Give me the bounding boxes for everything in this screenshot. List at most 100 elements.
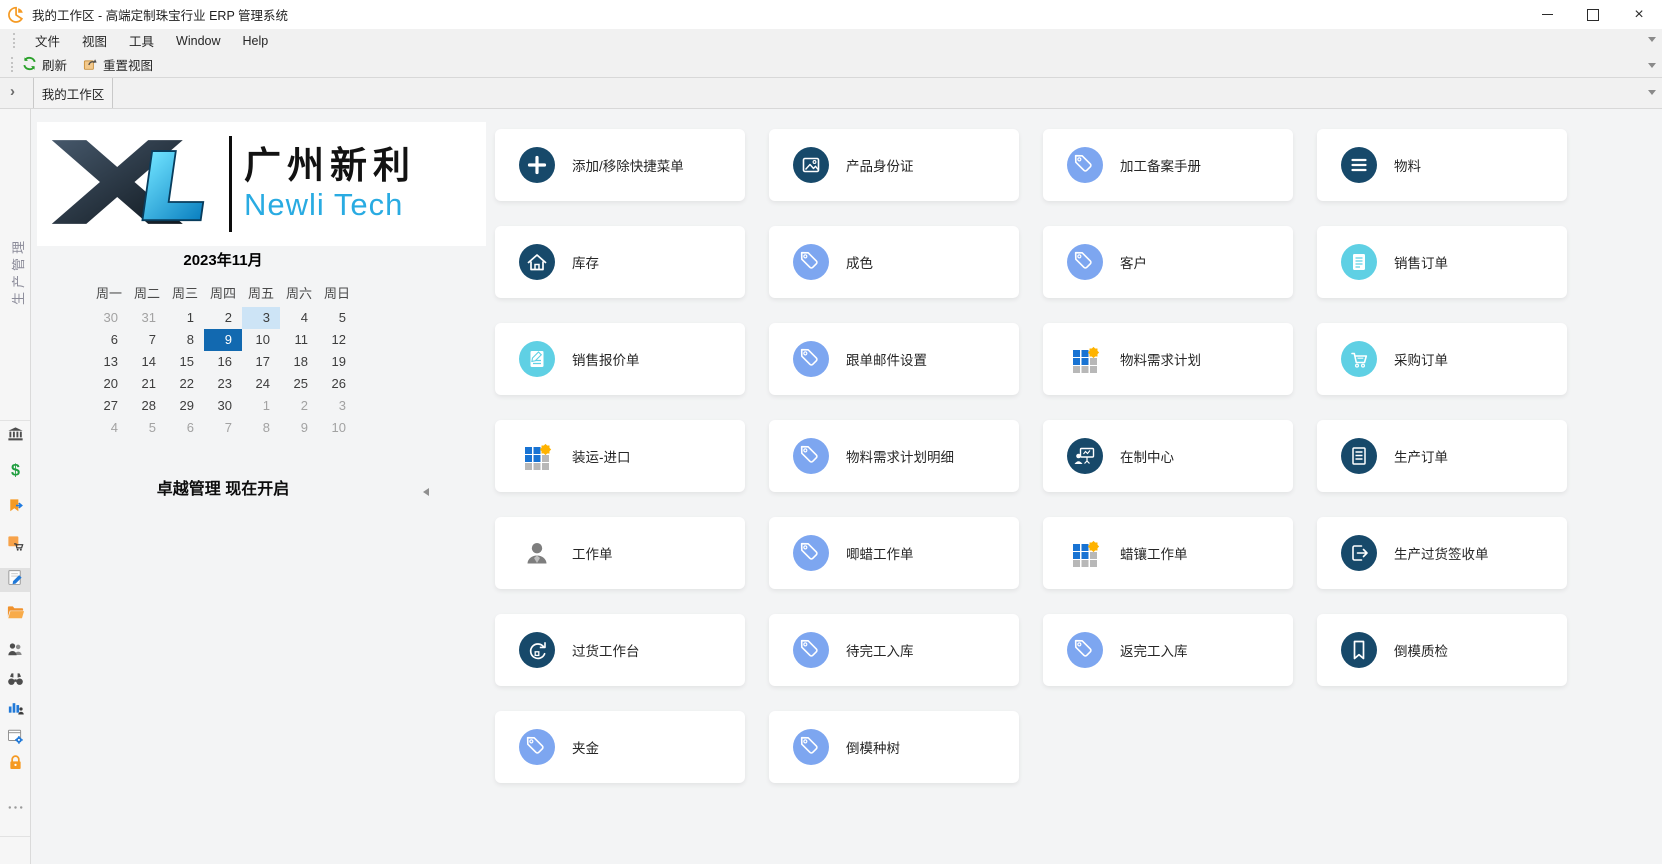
calendar-weekday: 周日 (318, 281, 356, 307)
shortcut-tile[interactable]: 销售订单 (1317, 226, 1567, 298)
calendar-day[interactable]: 7 (128, 329, 166, 351)
calendar-day[interactable]: 6 (166, 417, 204, 439)
menu-item-2[interactable]: 工具 (118, 31, 165, 50)
calendar-day[interactable]: 30 (90, 307, 128, 329)
logo-divider (229, 136, 232, 232)
calendar-day[interactable]: 8 (166, 329, 204, 351)
shortcut-tile[interactable]: 成色 (769, 226, 1019, 298)
calendar-day[interactable]: 1 (166, 307, 204, 329)
sidebar-item-dollar[interactable]: $ (0, 461, 30, 485)
calendar-day[interactable]: 27 (90, 395, 128, 417)
shortcut-tile[interactable]: 销售报价单 (495, 323, 745, 395)
calendar-day[interactable]: 12 (318, 329, 356, 351)
calendar-day[interactable]: 1 (242, 395, 280, 417)
calendar-day[interactable]: 2 (204, 307, 242, 329)
sidebar-item-bank[interactable] (0, 425, 30, 449)
calendar-day[interactable]: 7 (204, 417, 242, 439)
calendar-day[interactable]: 4 (280, 307, 318, 329)
shortcut-tile[interactable]: 加工备案手册 (1043, 129, 1293, 201)
calendar-day[interactable]: 3 (318, 395, 356, 417)
bank-icon (6, 425, 25, 449)
shortcut-tile[interactable]: 库存 (495, 226, 745, 298)
calendar-day[interactable]: 10 (242, 329, 280, 351)
sidebar-item-box-cart[interactable] (0, 533, 30, 557)
shortcut-tile[interactable]: 采购订单 (1317, 323, 1567, 395)
shortcut-tile[interactable]: 唧蜡工作单 (769, 517, 1019, 589)
calendar-day[interactable]: 28 (128, 395, 166, 417)
calendar-day[interactable]: 21 (128, 373, 166, 395)
calendar-day[interactable]: 4 (90, 417, 128, 439)
calendar-day[interactable]: 23 (204, 373, 242, 395)
menu-item-3[interactable]: Window (165, 34, 231, 48)
menu-item-0[interactable]: 文件 (24, 31, 71, 50)
shortcut-tile-label: 倒模种树 (846, 737, 900, 757)
calendar-day[interactable]: 25 (280, 373, 318, 395)
maximize-button[interactable] (1570, 0, 1616, 29)
calendar-day[interactable]: 5 (318, 307, 356, 329)
shortcut-tile[interactable]: 在制中心 (1043, 420, 1293, 492)
close-button[interactable]: × (1616, 0, 1662, 29)
tab-my-workspace[interactable]: 我的工作区 (33, 78, 113, 108)
shortcut-tile[interactable]: 添加/移除快捷菜单 (495, 129, 745, 201)
sidebar-item-more-dots[interactable] (0, 798, 30, 822)
workspace-main: 广州新利 Newli Tech 2023年11月 周一周二周三周四周五周六周日 … (31, 109, 1662, 864)
shortcut-tile[interactable]: 客户 (1043, 226, 1293, 298)
calendar-day[interactable]: 8 (242, 417, 280, 439)
shortcut-tile[interactable]: 物料 (1317, 129, 1567, 201)
calendar-day[interactable]: 5 (128, 417, 166, 439)
calendar-day[interactable]: 15 (166, 351, 204, 373)
shortcut-tile[interactable]: 生产过货签收单 (1317, 517, 1567, 589)
shortcut-tile[interactable]: 物料需求计划 (1043, 323, 1293, 395)
calendar-day[interactable]: 29 (166, 395, 204, 417)
sidebar-item-lock[interactable] (0, 753, 30, 777)
shortcut-tile[interactable]: 返完工入库 (1043, 614, 1293, 686)
calendar-day[interactable]: 22 (166, 373, 204, 395)
shortcut-tile[interactable]: 生产订单 (1317, 420, 1567, 492)
calendar-day[interactable]: 13 (90, 351, 128, 373)
shortcut-tile[interactable]: 夹金 (495, 711, 745, 783)
calendar-day[interactable]: 2 (280, 395, 318, 417)
sidebar-item-chart-person[interactable] (0, 697, 30, 721)
sidebar-item-folder-open[interactable] (0, 603, 30, 627)
menu-item-4[interactable]: Help (232, 34, 280, 48)
shortcut-tile[interactable]: 蜡镶工作单 (1043, 517, 1293, 589)
menu-item-1[interactable]: 视图 (71, 31, 118, 50)
shortcut-tile[interactable]: 倒模种树 (769, 711, 1019, 783)
calendar-day[interactable]: 10 (318, 417, 356, 439)
sidebar-item-edit-form[interactable] (0, 568, 30, 592)
minimize-button[interactable] (1524, 0, 1570, 29)
refresh-button[interactable]: 刷新 (22, 55, 67, 74)
shortcut-tile[interactable]: 跟单邮件设置 (769, 323, 1019, 395)
shortcut-tile[interactable]: 物料需求计划明细 (769, 420, 1019, 492)
sidebar-item-flag-forward[interactable] (0, 497, 30, 521)
calendar-day[interactable]: 20 (90, 373, 128, 395)
sidebar-item-window-gear[interactable] (0, 727, 30, 751)
sidebar-item-users[interactable] (0, 640, 30, 664)
shortcut-tile[interactable]: 装运-进口 (495, 420, 745, 492)
calendar-day[interactable]: 19 (318, 351, 356, 373)
shortcut-tile[interactable]: 工作单 (495, 517, 745, 589)
calendar-day[interactable]: 17 (242, 351, 280, 373)
shortcut-tile[interactable]: 过货工作台 (495, 614, 745, 686)
toolbar-overflow-button[interactable] (1648, 63, 1656, 68)
calendar-day-selected[interactable]: 9 (204, 329, 242, 351)
calendar-day[interactable]: 31 (128, 307, 166, 329)
calendar-day[interactable]: 9 (280, 417, 318, 439)
calendar-day[interactable]: 24 (242, 373, 280, 395)
calendar-day[interactable]: 14 (128, 351, 166, 373)
reset-view-button[interactable]: 重置视图 (83, 55, 153, 74)
calendar-day[interactable]: 11 (280, 329, 318, 351)
shortcut-tile[interactable]: 倒模质检 (1317, 614, 1567, 686)
tabbar-overflow-button[interactable] (1648, 90, 1656, 95)
sidebar-expand-chevron-icon[interactable]: › (10, 83, 15, 100)
calendar-day[interactable]: 3 (242, 307, 280, 329)
calendar-day[interactable]: 26 (318, 373, 356, 395)
sidebar-item-binoculars[interactable] (0, 670, 30, 694)
calendar-day[interactable]: 30 (204, 395, 242, 417)
shortcut-tile[interactable]: 产品身份证 (769, 129, 1019, 201)
calendar-day[interactable]: 6 (90, 329, 128, 351)
shortcut-tile[interactable]: 待完工入库 (769, 614, 1019, 686)
calendar-day[interactable]: 16 (204, 351, 242, 373)
calendar-day[interactable]: 18 (280, 351, 318, 373)
menubar-overflow-button[interactable] (1648, 37, 1656, 42)
